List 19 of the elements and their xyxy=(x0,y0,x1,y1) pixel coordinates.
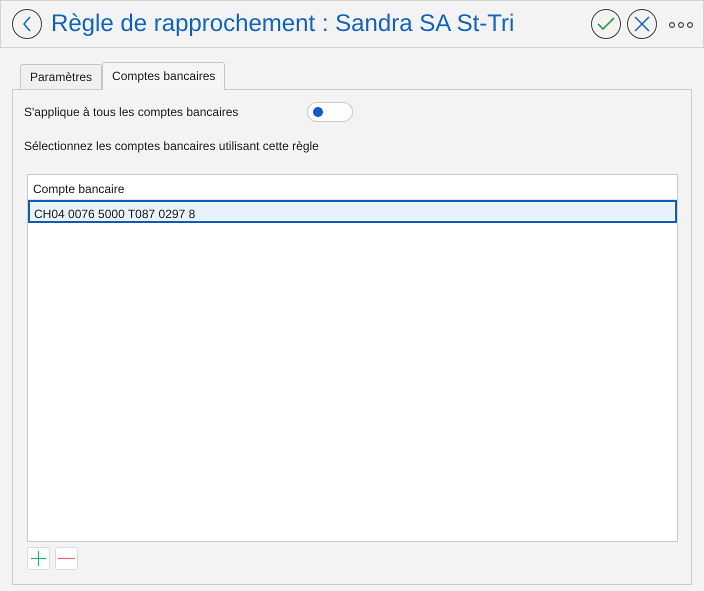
column-header: Compte bancaire xyxy=(33,182,124,196)
tab[interactable]: Comptes bancaires xyxy=(102,62,226,90)
table-row[interactable]: CH04 0076 5000 T087 0297 8 xyxy=(28,200,677,223)
tab[interactable]: Paramètres xyxy=(20,64,102,89)
close-icon xyxy=(634,16,650,32)
remove-button[interactable] xyxy=(55,547,78,570)
confirm-button[interactable] xyxy=(591,9,621,39)
more-icon xyxy=(669,20,693,29)
toggle-switch[interactable] xyxy=(307,102,353,122)
page-title: Règle de rapprochement : Sandra SA St-Tri xyxy=(51,9,516,39)
instruction-text: Sélectionnez les comptes bancaires utilisant cette règle xyxy=(24,138,320,155)
minus-icon xyxy=(58,557,75,560)
add-button[interactable] xyxy=(27,547,50,570)
chevron-left-icon xyxy=(22,16,32,32)
back-button[interactable] xyxy=(12,9,42,39)
setting-label: S'applique à tous les comptes bancaires xyxy=(24,104,240,121)
plus-icon xyxy=(31,551,46,566)
check-icon xyxy=(597,17,615,31)
cancel-button[interactable] xyxy=(627,9,657,39)
